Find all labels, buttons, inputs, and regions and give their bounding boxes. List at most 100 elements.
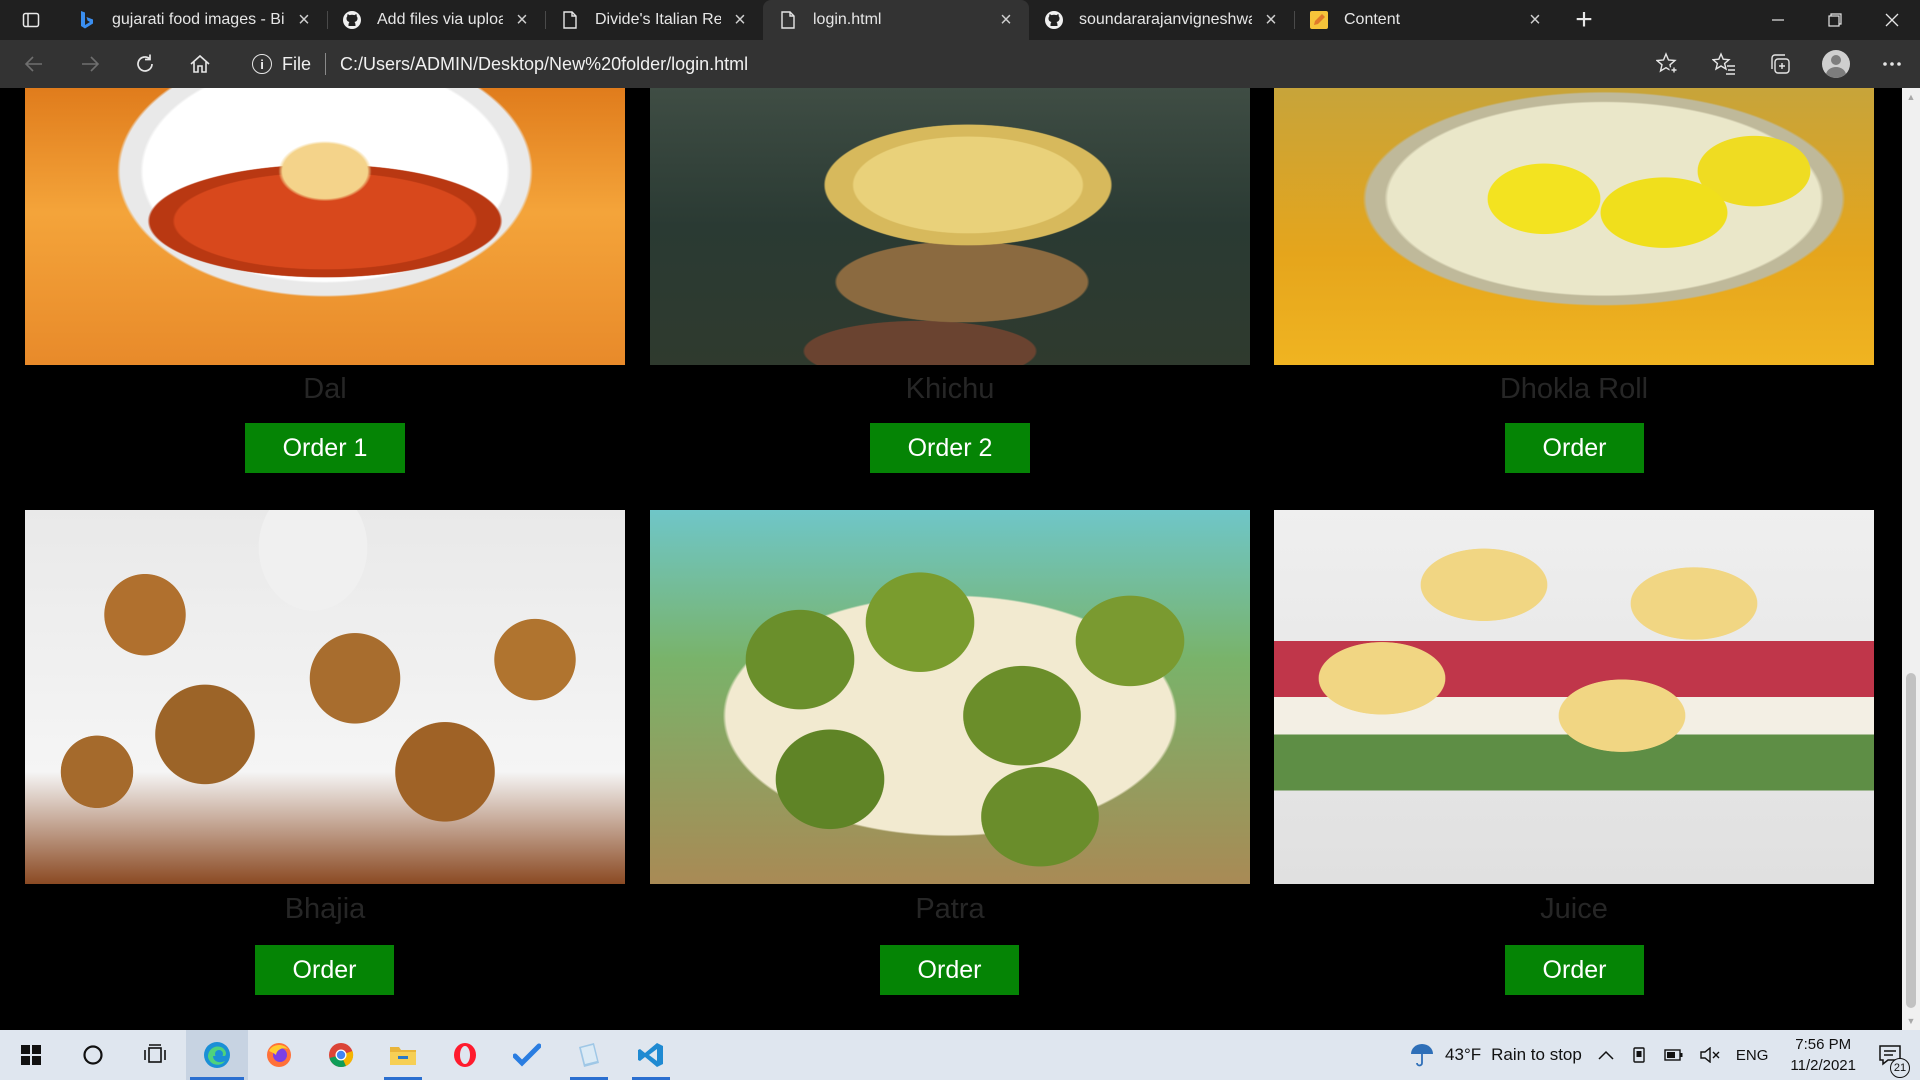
address-divider [325, 53, 327, 75]
tray-device-button[interactable] [1622, 1046, 1656, 1064]
khichu-photo [650, 88, 1250, 365]
task-view-icon [144, 1044, 166, 1063]
order-button[interactable]: Order [1505, 423, 1644, 473]
close-window-button[interactable] [1863, 0, 1920, 40]
chevron-up-icon [1598, 1050, 1614, 1060]
taskbar-firefox[interactable] [248, 1030, 310, 1080]
close-tab-icon[interactable]: × [995, 9, 1017, 32]
page-viewport: Dal Order 1 Khichu Order 2 Dhokla Roll O… [0, 88, 1902, 1030]
taskbar-file-explorer[interactable] [372, 1030, 434, 1080]
restore-icon [1827, 13, 1842, 27]
umbrella-rain-icon [1411, 1044, 1434, 1067]
close-tab-icon[interactable]: × [1524, 9, 1546, 32]
favorites-button[interactable] [1696, 40, 1752, 88]
arrow-left-icon [24, 56, 42, 72]
tab-github-upload[interactable]: Add files via upload · sound × [327, 0, 545, 40]
vscode-icon [638, 1043, 663, 1067]
new-tab-button[interactable]: + [1558, 0, 1610, 40]
tab-actions-button[interactable] [0, 0, 62, 40]
search-circle-icon [83, 1045, 103, 1065]
tab-actions-icon [22, 12, 40, 28]
taskbar-todo[interactable] [496, 1030, 558, 1080]
forward-button[interactable] [62, 40, 118, 88]
tab-strip: gujarati food images - Bing × Add files … [0, 0, 1920, 40]
minimize-button[interactable] [1749, 0, 1806, 40]
taskbar-notepad[interactable] [558, 1030, 620, 1080]
tab-bing-search[interactable]: gujarati food images - Bing × [62, 0, 327, 40]
profile-button[interactable] [1808, 40, 1864, 88]
close-tab-icon[interactable]: × [729, 9, 751, 32]
menu-card-dal: Dal Order 1 [25, 88, 625, 488]
info-icon[interactable]: i [252, 54, 272, 74]
tab-content[interactable]: Content × [1294, 0, 1558, 40]
show-hidden-icons-button[interactable] [1590, 1050, 1622, 1060]
collections-icon [1771, 54, 1790, 74]
notification-count-badge: 21 [1890, 1058, 1910, 1078]
settings-more-button[interactable] [1864, 40, 1920, 88]
chrome-icon [329, 1043, 354, 1068]
refresh-icon [137, 54, 153, 72]
minimize-icon [1771, 19, 1784, 21]
collections-button[interactable] [1752, 40, 1808, 88]
dal-photo [25, 88, 625, 365]
menu-card-bhajia: Bhajia Order [25, 510, 625, 1010]
url-text[interactable]: C:/Users/ADMIN/Desktop/New%20folder/logi… [340, 54, 748, 75]
bhajia-photo [25, 510, 625, 884]
github-icon [341, 9, 363, 31]
menu-card-dhokla-roll: Dhokla Roll Order [1274, 88, 1874, 488]
tab-italian-restaurant[interactable]: Divide's Italian Restaurant × [545, 0, 763, 40]
tab-login-html[interactable]: login.html × [763, 0, 1029, 40]
tab-title: login.html [813, 11, 882, 28]
taskbar-chrome[interactable] [310, 1030, 372, 1080]
todo-check-icon [513, 1043, 541, 1067]
weather-temp: 43°F [1445, 1045, 1482, 1064]
close-tab-icon[interactable]: × [1260, 9, 1282, 32]
refresh-button[interactable] [117, 40, 173, 88]
patra-photo [650, 510, 1250, 884]
github-icon [1043, 9, 1065, 31]
order-button[interactable]: Order [255, 945, 394, 995]
add-favorite-button[interactable] [1640, 40, 1696, 88]
scroll-thumb[interactable] [1906, 673, 1916, 1008]
order-button[interactable]: Order [880, 945, 1019, 995]
tab-title: gujarati food images - Bing [112, 11, 285, 28]
clock[interactable]: 7:56 PM 11/2/2021 [1776, 1034, 1870, 1076]
scroll-up-icon[interactable]: ▲ [1902, 88, 1920, 106]
menu-card-juice: Juice Order [1274, 510, 1874, 1010]
juice-photo [1274, 510, 1874, 884]
volume-muted-icon [1700, 1047, 1720, 1063]
back-button[interactable] [6, 40, 62, 88]
dish-name: Bhajia [284, 893, 366, 925]
taskbar-opera[interactable] [434, 1030, 496, 1080]
star-plus-icon [1656, 52, 1679, 75]
tab-github-profile[interactable]: soundararajanvigneshwaran × [1029, 0, 1294, 40]
weather-widget[interactable]: 43°F Rain to stop [1401, 1042, 1590, 1068]
plus-icon: + [1575, 3, 1593, 36]
vertical-scrollbar[interactable]: ▲ ▼ [1902, 88, 1920, 1030]
close-tab-icon[interactable]: × [293, 9, 315, 32]
address-bar[interactable]: i File C:/Users/ADMIN/Desktop/New%20fold… [234, 45, 1684, 83]
windows-start-icon [21, 1045, 41, 1065]
taskbar-vscode[interactable] [620, 1030, 682, 1080]
close-tab-icon[interactable]: × [511, 9, 533, 32]
order-button[interactable]: Order 1 [245, 423, 405, 473]
firefox-icon [267, 1043, 291, 1067]
toolbar-actions [1640, 40, 1920, 88]
battery-button[interactable] [1656, 1048, 1692, 1062]
taskbar-edge[interactable] [186, 1030, 248, 1080]
dish-name: Khichu [905, 373, 995, 405]
home-button[interactable] [172, 40, 228, 88]
restore-button[interactable] [1806, 0, 1863, 40]
task-view-button[interactable] [124, 1030, 186, 1080]
search-button[interactable] [62, 1030, 124, 1080]
volume-button[interactable] [1692, 1047, 1728, 1063]
scroll-down-icon[interactable]: ▼ [1902, 1012, 1920, 1030]
menu-card-khichu: Khichu Order 2 [650, 88, 1250, 488]
tab-title: soundararajanvigneshwaran [1079, 11, 1252, 28]
action-center-button[interactable]: 21 [1870, 1044, 1920, 1078]
order-button[interactable]: Order [1505, 945, 1644, 995]
order-button[interactable]: Order 2 [870, 423, 1030, 473]
start-button[interactable] [0, 1030, 62, 1080]
more-dots-icon [1883, 62, 1901, 66]
language-indicator[interactable]: ENG [1728, 1047, 1777, 1064]
